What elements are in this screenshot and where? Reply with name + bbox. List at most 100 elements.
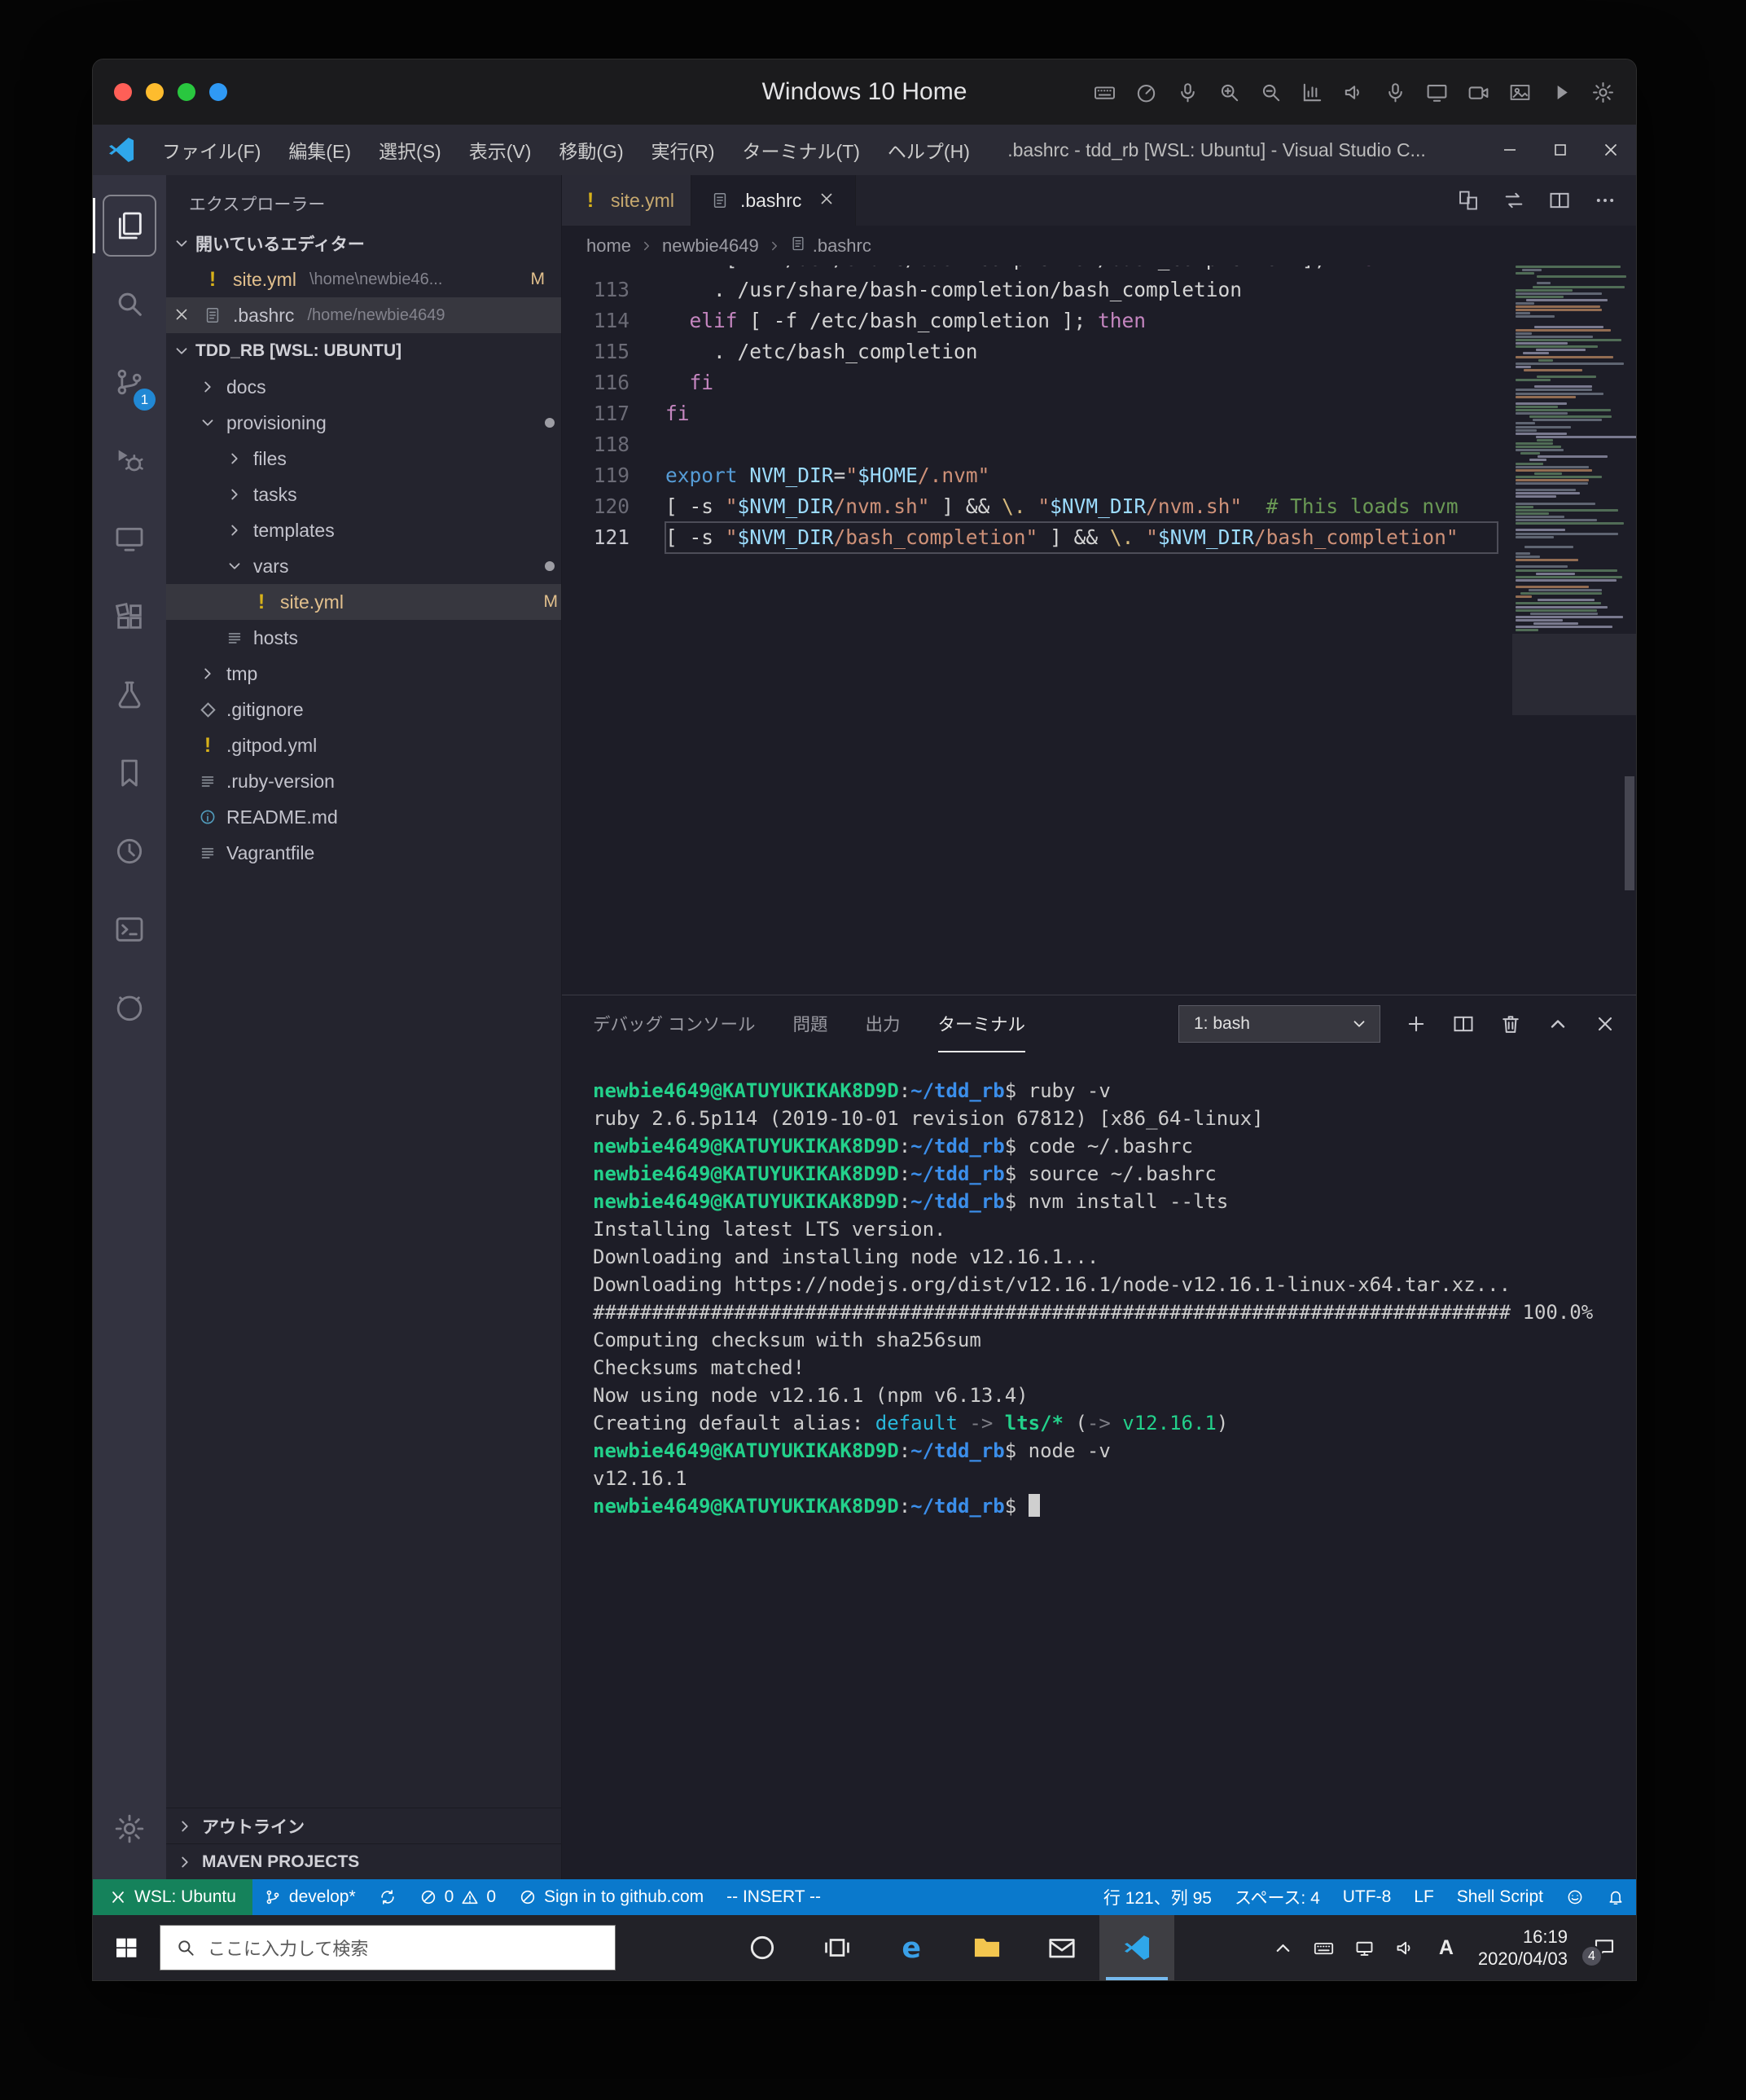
extensions-icon[interactable] [93,578,166,656]
chart-icon[interactable] [1301,81,1324,104]
panel-tab-[interactable]: ターミナル [938,995,1026,1052]
close-button[interactable] [1586,125,1636,175]
breadcrumb-item-home[interactable]: home [586,235,631,257]
eol-selector[interactable]: LF [1402,1879,1445,1915]
run-debug-icon[interactable] [93,421,166,499]
maximize-button[interactable] [1535,125,1586,175]
breadcrumb-item-newbie4649[interactable]: newbie4649 [662,235,759,257]
tray-expand-button[interactable] [1265,1923,1302,1972]
tab-site-yml[interactable]: !site.yml [562,175,691,226]
language-mode[interactable]: Shell Script [1445,1879,1555,1915]
menu-item-r[interactable]: 実行(R) [638,125,729,175]
sync-button[interactable] [367,1879,408,1915]
terminal-selector[interactable]: 1: bash [1178,1005,1380,1043]
sidebar-section-[interactable]: アウトライン [166,1808,561,1843]
tree-item-hosts[interactable]: hosts [166,620,561,656]
explorer-icon[interactable] [93,187,166,265]
action-center-button[interactable]: 4 [1581,1923,1628,1972]
new-terminal-icon[interactable] [1405,1013,1428,1035]
split-editor-icon[interactable] [1548,189,1571,212]
open-editors-header[interactable]: 開いているエディター [166,226,561,261]
kill-terminal-icon[interactable] [1499,1013,1522,1035]
source-control-icon[interactable]: 1 [93,343,166,421]
tree-item-ruby-version[interactable]: .ruby-version [166,763,561,799]
microphone-icon[interactable] [1176,81,1200,104]
play-icon[interactable] [1550,81,1573,104]
taskbar-clock[interactable]: 16:19 2020/04/03 [1478,1926,1568,1970]
display-icon[interactable] [1425,81,1449,104]
split-terminal-icon[interactable] [1452,1013,1475,1035]
minimap-slider[interactable] [1512,634,1636,715]
maximize-panel-icon[interactable] [1546,1013,1569,1035]
close-dot[interactable] [114,83,132,101]
notifications-bell[interactable] [1595,1879,1636,1915]
zoom-out-icon[interactable] [1259,81,1283,104]
tree-item-site-yml[interactable]: !site.ymlM [166,584,561,620]
zoom-dot[interactable] [178,83,195,101]
tree-item-files[interactable]: files [166,441,561,477]
open-editor-item-bashrc[interactable]: .bashrc/home/newbie4649 [166,297,561,333]
terminal-icon[interactable] [93,890,166,969]
mic-icon[interactable] [1384,81,1407,104]
menu-item-v[interactable]: 表示(V) [455,125,546,175]
file-explorer-button[interactable] [950,1915,1024,1980]
panel-tab-[interactable]: デバッグ コンソール [593,995,755,1052]
workspace-header[interactable]: TDD_RB [WSL: UBUNTU] [166,333,561,369]
zoom-in-icon[interactable] [1217,81,1241,104]
menu-item-g[interactable]: 移動(G) [545,125,637,175]
tab-bashrc[interactable]: .bashrc [691,175,856,226]
close-tab-icon[interactable] [818,190,839,211]
menu-item-f[interactable]: ファイル(F) [148,125,274,175]
problems-indicator[interactable]: 0 0 [408,1879,507,1915]
edge-button[interactable] [875,1915,950,1980]
tree-item-vars[interactable]: vars [166,548,561,584]
gauge-icon[interactable] [1134,81,1158,104]
editor-scrollbar[interactable] [1625,776,1634,890]
remote-explorer-icon[interactable] [93,499,166,578]
settings-icon[interactable] [1591,81,1615,104]
taskbar-search[interactable]: ここに入力して検索 [160,1925,616,1970]
ime-indicator[interactable]: A [1428,1923,1465,1972]
tree-item-docs[interactable]: docs [166,369,561,405]
panel-tab-[interactable]: 問題 [792,995,827,1052]
indentation[interactable]: スペース: 4 [1223,1879,1331,1915]
more-actions-icon[interactable] [1594,189,1617,212]
sidebar-section-maven-projects[interactable]: MAVEN PROJECTS [166,1843,561,1879]
close-editor-icon[interactable] [173,305,192,325]
minimize-button[interactable] [1485,125,1535,175]
github-signin[interactable]: Sign in to github.com [507,1879,715,1915]
testing-icon[interactable] [93,656,166,734]
tree-item-templates[interactable]: templates [166,512,561,548]
tree-item-vagrantfile[interactable]: Vagrantfile [166,835,561,871]
network-button[interactable] [1346,1923,1384,1972]
cursor-position[interactable]: 行 121、列 95 [1092,1879,1223,1915]
volume-icon[interactable] [1342,81,1366,104]
tree-item-gitignore[interactable]: .gitignore [166,692,561,727]
keyboard-icon[interactable] [1093,81,1116,104]
search-icon[interactable] [93,265,166,343]
tree-item-readme-md[interactable]: README.md [166,799,561,835]
time-icon[interactable] [93,812,166,890]
task-view-button[interactable] [800,1915,875,1980]
menu-item-h[interactable]: ヘルプ(H) [874,125,984,175]
menu-item-t[interactable]: ターミナル(T) [729,125,874,175]
volume-button[interactable] [1387,1923,1424,1972]
open-changes-icon[interactable] [1457,189,1480,212]
mail-button[interactable] [1024,1915,1099,1980]
screenshot-icon[interactable] [1508,81,1532,104]
tree-item-gitpod-yml[interactable]: !.gitpod.yml [166,727,561,763]
camera-icon[interactable] [1467,81,1490,104]
tree-item-provisioning[interactable]: provisioning [166,405,561,441]
fullscreen-dot[interactable] [209,83,227,101]
start-button[interactable] [93,1915,160,1980]
github-icon[interactable] [93,969,166,1047]
bookmarks-icon[interactable] [93,734,166,812]
code-editor[interactable]: 112 if [ -f /usr/share/bash-completion/b… [562,266,1636,995]
tree-item-tmp[interactable]: tmp [166,656,561,692]
touch-keyboard-button[interactable] [1305,1923,1343,1972]
remote-indicator[interactable]: WSL: Ubuntu [93,1879,252,1915]
cortana-button[interactable] [725,1915,800,1980]
vscode-taskbar-button[interactable] [1099,1915,1174,1980]
close-panel-icon[interactable] [1594,1013,1617,1035]
minimap[interactable] [1512,266,1636,771]
